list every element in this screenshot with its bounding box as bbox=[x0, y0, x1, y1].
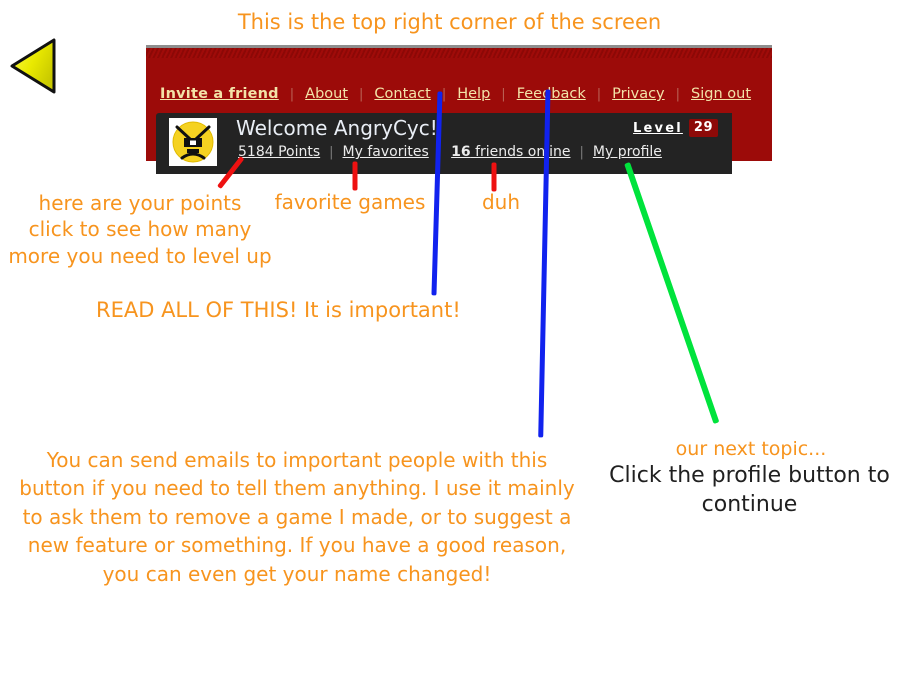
nav-separator: | bbox=[596, 86, 602, 102]
pointer-line-red-friends bbox=[491, 162, 497, 192]
friends-online-label: friends online bbox=[470, 144, 571, 160]
avatar[interactable] bbox=[169, 118, 217, 166]
nav-separator: | bbox=[441, 86, 447, 102]
annotation-friends-duh: duh bbox=[481, 190, 521, 214]
nav-link-sign-out[interactable]: Sign out bbox=[680, 86, 762, 102]
user-sublinks: 5184 Points | My favorites | 16 friends … bbox=[238, 144, 671, 160]
site-header-widget: Invite a friend | About | Contact | Help… bbox=[146, 45, 772, 174]
points-link[interactable]: 5184 Points bbox=[238, 144, 329, 160]
nav-link-privacy[interactable]: Privacy bbox=[601, 86, 676, 102]
back-arrow-triangle-icon[interactable] bbox=[8, 32, 70, 98]
header-red-band: Invite a friend | About | Contact | Help… bbox=[146, 58, 772, 174]
annotation-click-instruction: Click the profile button to continue bbox=[609, 463, 890, 517]
annotation-points: here are your points click to see how ma… bbox=[8, 191, 272, 268]
annotation-favorite-games: favorite games bbox=[274, 190, 426, 214]
nav-link-help[interactable]: Help bbox=[446, 86, 501, 102]
user-panel: Welcome AngryCyc! 5184 Points | My favor… bbox=[156, 113, 732, 174]
annotation-read-all: READ ALL OF THIS! It is important! bbox=[96, 298, 461, 322]
pointer-line-red-favorites bbox=[352, 161, 358, 191]
level-badge[interactable]: Level 29 bbox=[633, 119, 718, 137]
nav-link-about[interactable]: About bbox=[294, 86, 359, 102]
level-value: 29 bbox=[688, 119, 718, 137]
pointer-line-green-profile bbox=[624, 162, 720, 424]
level-label: Level bbox=[633, 120, 683, 136]
my-favorites-link[interactable]: My favorites bbox=[334, 144, 438, 160]
nav-separator: | bbox=[675, 86, 681, 102]
friends-online-count: 16 bbox=[451, 144, 471, 160]
nav-separator: | bbox=[289, 86, 295, 102]
screenshot-canvas: This is the top right corner of the scre… bbox=[0, 0, 899, 683]
nav-separator: | bbox=[501, 86, 506, 102]
nav-link-feedback[interactable]: Feedback bbox=[506, 86, 597, 102]
header-hatch-stripe bbox=[146, 48, 772, 58]
friends-online-link[interactable]: 16 friends online bbox=[442, 144, 579, 160]
nav-link-invite-a-friend[interactable]: Invite a friend bbox=[156, 86, 290, 102]
my-profile-link[interactable]: My profile bbox=[584, 144, 671, 160]
nav-link-contact[interactable]: Contact bbox=[363, 86, 441, 102]
annotation-top-title: This is the top right corner of the scre… bbox=[237, 10, 662, 34]
annotation-email-paragraph: You can send emails to important people … bbox=[19, 448, 575, 586]
top-nav: Invite a friend | About | Contact | Help… bbox=[156, 83, 762, 105]
annotation-next-topic: our next topic... bbox=[675, 438, 827, 460]
welcome-message: Welcome AngryCyc! bbox=[236, 116, 438, 140]
nav-separator: | bbox=[359, 86, 364, 102]
